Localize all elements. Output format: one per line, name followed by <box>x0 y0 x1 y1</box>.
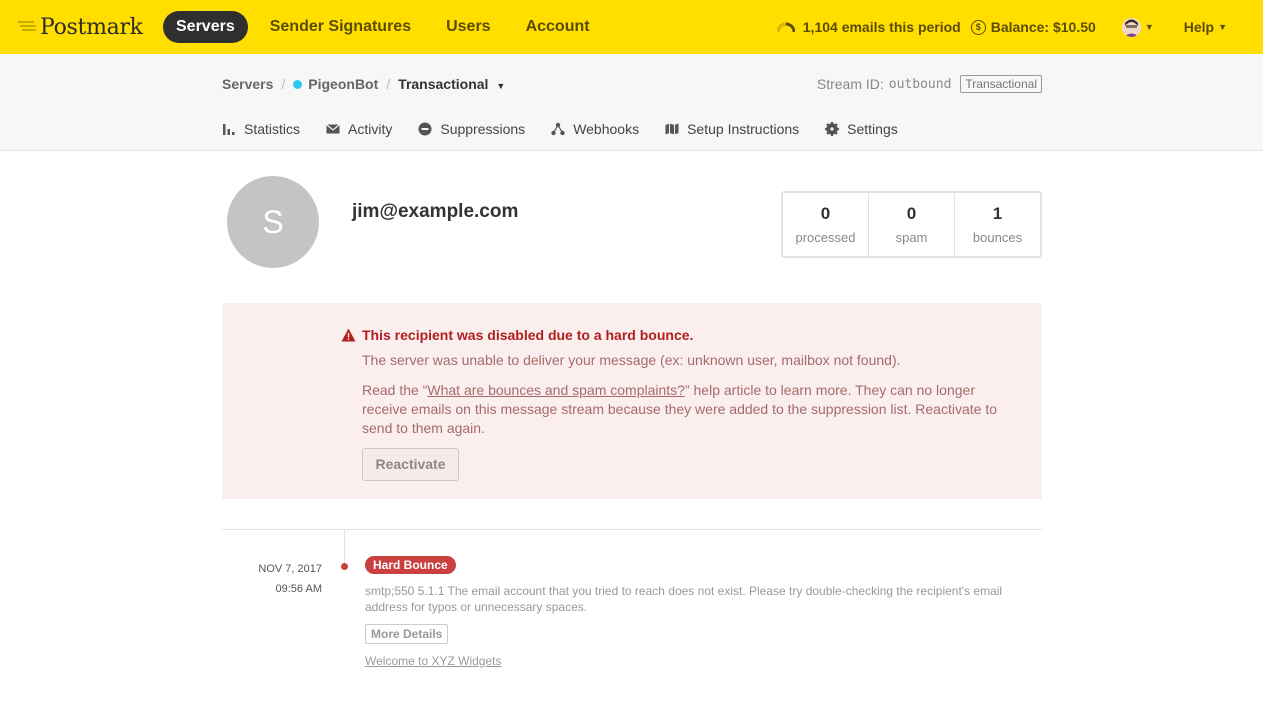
recipient-stats: 0 processed 0 spam 1 bounces <box>781 191 1042 258</box>
help-menu[interactable]: Help ▼ <box>1184 19 1227 35</box>
divider <box>222 529 1042 530</box>
email-usage[interactable]: 1,104 emails this period <box>776 19 961 35</box>
stat-spam-value: 0 <box>906 204 917 223</box>
breadcrumb: Servers / PigeonBot / Transactional ▼ <box>222 76 505 92</box>
timeline-timestamp: NOV 7, 2017 09:56 AM <box>258 559 322 599</box>
email-usage-text: 1,104 emails this period <box>802 19 961 35</box>
tab-activity-label: Activity <box>348 121 393 137</box>
main-nav: Servers Sender Signatures Users Account <box>163 11 625 43</box>
breadcrumb-separator: / <box>281 76 286 92</box>
nav-account[interactable]: Account <box>526 11 590 43</box>
help-label: Help <box>1183 19 1215 35</box>
stream-id-label: Stream ID: <box>816 76 884 92</box>
message-subject-link[interactable]: Welcome to XYZ Widgets <box>365 654 502 668</box>
tab-setup-instructions[interactable]: Setup Instructions <box>665 121 799 137</box>
webhook-icon <box>551 122 565 136</box>
breadcrumb-stream-label: Transactional <box>398 76 489 92</box>
alert-title: This recipient was disabled due to a har… <box>341 327 693 343</box>
account-summary: 1,104 emails this period $ Balance: $10.… <box>767 0 1227 54</box>
server-status-dot <box>293 79 303 89</box>
breadcrumb-separator: / <box>386 76 391 92</box>
stat-bounces-label: bounces <box>972 230 1023 245</box>
tab-setup-instructions-label: Setup Instructions <box>687 121 800 137</box>
stat-processed: 0 processed <box>783 193 869 256</box>
chevron-down-icon: ▼ <box>1144 22 1154 32</box>
gauge-icon <box>776 22 795 33</box>
tab-webhooks[interactable]: Webhooks <box>551 121 639 137</box>
postmark-logo[interactable]: Postmark <box>18 13 143 41</box>
more-details-button[interactable]: More Details <box>365 624 449 644</box>
nav-sender-signatures[interactable]: Sender Signatures <box>270 11 411 43</box>
top-bar: Postmark Servers Sender Signatures Users… <box>0 0 1263 54</box>
tab-webhooks-label: Webhooks <box>573 121 640 137</box>
stat-processed-label: processed <box>795 230 856 245</box>
tab-settings-label: Settings <box>847 121 898 137</box>
tab-suppressions[interactable]: Suppressions <box>418 121 525 137</box>
tab-settings[interactable]: Settings <box>825 121 898 137</box>
alert-title-text: This recipient was disabled due to a har… <box>362 327 694 343</box>
recipient-avatar: S <box>227 176 319 268</box>
alert-paragraph: Read the “What are bounces and spam comp… <box>362 381 1012 438</box>
stat-bounces: 1 bounces <box>955 193 1040 256</box>
timeline-time: 09:56 AM <box>275 583 322 595</box>
balance-text: Balance: $10.50 <box>990 19 1096 35</box>
minus-circle-icon <box>418 122 432 136</box>
breadcrumb-server[interactable]: PigeonBot <box>293 76 378 92</box>
stat-spam-label: spam <box>895 230 928 245</box>
logo-text: Postmark <box>40 14 143 40</box>
tab-statistics-label: Statistics <box>244 121 301 137</box>
user-menu[interactable]: ▼ <box>1106 17 1154 37</box>
tab-suppressions-label: Suppressions <box>440 121 526 137</box>
server-header: Servers / PigeonBot / Transactional ▼ St… <box>0 54 1263 151</box>
breadcrumb-server-label: PigeonBot <box>308 76 379 92</box>
map-icon <box>665 122 679 136</box>
hard-bounce-badge: Hard Bounce <box>365 556 456 574</box>
reactivate-button[interactable]: Reactivate <box>362 448 459 481</box>
user-avatar <box>1121 17 1141 37</box>
bounces-help-link[interactable]: What are bounces and spam complaints? <box>427 382 685 398</box>
bar-chart-icon <box>222 122 236 136</box>
coin-icon: $ <box>970 19 986 35</box>
chevron-down-icon: ▼ <box>496 81 506 91</box>
alert-body: The server was unable to deliver your me… <box>362 351 1012 438</box>
tab-statistics[interactable]: Statistics <box>222 121 300 137</box>
warning-icon <box>341 328 356 342</box>
stream-type-badge: Transactional <box>960 75 1042 93</box>
nav-servers[interactable]: Servers <box>163 11 248 43</box>
stat-spam: 0 spam <box>869 193 955 256</box>
bounce-message: smtp;550 5.1.1 The email account that yo… <box>365 584 1003 614</box>
gear-icon <box>825 122 840 136</box>
balance[interactable]: $ Balance: $10.50 <box>970 19 1096 35</box>
breadcrumb-stream-dropdown[interactable]: Transactional ▼ <box>398 76 505 92</box>
stream-id: Stream ID: outbound Transactional <box>817 75 1042 93</box>
chevron-down-icon: ▼ <box>1218 22 1227 32</box>
timeline-date: NOV 7, 2017 <box>258 563 322 575</box>
alert-p2-before: Read the “ <box>362 382 428 398</box>
hard-bounce-alert: This recipient was disabled due to a har… <box>222 303 1042 499</box>
envelope-icon <box>326 122 340 136</box>
stat-processed-value: 0 <box>820 204 831 223</box>
logo-speed-lines-icon <box>18 21 36 31</box>
stat-bounces-value: 1 <box>992 204 1003 223</box>
stream-id-value: outbound <box>888 76 952 92</box>
nav-users[interactable]: Users <box>446 11 490 43</box>
recipient-email: jim@example.com <box>352 201 519 222</box>
timeline-dot <box>341 563 348 570</box>
alert-line1: The server was unable to deliver your me… <box>362 352 901 368</box>
server-tabs: Statistics Activity Suppressions Webhook… <box>222 121 924 137</box>
tab-activity[interactable]: Activity <box>326 121 392 137</box>
breadcrumb-servers[interactable]: Servers <box>222 76 273 92</box>
user-avatar-icon <box>1121 17 1141 37</box>
